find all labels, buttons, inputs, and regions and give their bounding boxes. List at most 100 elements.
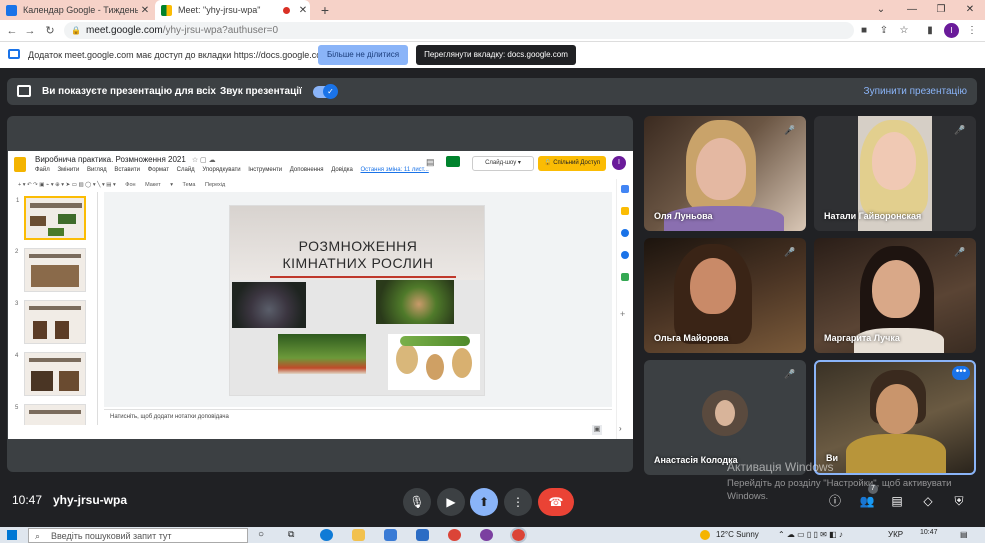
- toolbar-theme[interactable]: Тема: [183, 182, 196, 188]
- participant-tile[interactable]: 🎤 Маргарита Лучка: [814, 238, 976, 353]
- notifications-icon[interactable]: ▤: [960, 530, 968, 539]
- more-options-button[interactable]: ⋮: [504, 488, 532, 516]
- participant-video: [872, 132, 916, 190]
- edge-icon[interactable]: [320, 529, 333, 541]
- self-tile[interactable]: ••• Ви: [814, 360, 976, 475]
- menu-arrange[interactable]: Упорядкувати: [202, 167, 240, 173]
- chrome-active-icon[interactable]: [510, 527, 527, 543]
- star-folder-cloud-icons[interactable]: ☆ ▢ ☁: [192, 157, 216, 164]
- slide-thumbnail[interactable]: 4: [15, 352, 86, 396]
- activities-icon[interactable]: ◇: [919, 492, 937, 510]
- menu-slide[interactable]: Слайд: [177, 167, 195, 173]
- thumb-title-bar: [30, 203, 82, 208]
- windows-start-icon[interactable]: [7, 530, 17, 540]
- menu-file[interactable]: Файл: [35, 167, 50, 173]
- url-field[interactable]: 🔒 meet.google.com/yhy-jrsu-wpa?authuser=…: [64, 22, 854, 39]
- bookmark-star-icon[interactable]: ☆: [896, 23, 912, 39]
- leave-call-button[interactable]: ☎: [538, 488, 574, 516]
- presentation-sound-toggle[interactable]: ✓: [313, 84, 338, 99]
- close-tab-icon[interactable]: ✕: [138, 5, 152, 16]
- view-shared-tab-button[interactable]: Переглянути вкладку: docs.google.com: [416, 45, 576, 65]
- slideshow-button[interactable]: Слайд-шоу ▾: [472, 156, 534, 171]
- system-tray-icons[interactable]: ⌃ ☁ ▭ ▯ ▯ ✉ ◧ ♪: [778, 530, 843, 539]
- menu-insert[interactable]: Вставити: [114, 167, 140, 173]
- taskbar-clock[interactable]: 10:47: [920, 529, 938, 536]
- reload-icon[interactable]: ↻: [42, 22, 58, 40]
- file-explorer-icon[interactable]: [352, 529, 365, 541]
- menu-addons[interactable]: Доповнення: [290, 167, 324, 173]
- weather-sun-icon[interactable]: [700, 530, 710, 540]
- google-slides-logo-icon[interactable]: [14, 157, 26, 172]
- menu-view[interactable]: Вигляд: [87, 167, 107, 173]
- camera-button[interactable]: ▶: [437, 488, 465, 516]
- participant-tile[interactable]: 🎤 Оля Луньова: [644, 116, 806, 231]
- stop-sharing-button[interactable]: Більше не ділитися: [318, 45, 408, 65]
- host-controls-icon[interactable]: ⛨: [950, 492, 968, 510]
- share-button[interactable]: 🔒 Спільний Доступ: [538, 156, 606, 171]
- side-panel-icon[interactable]: ▮: [922, 23, 938, 39]
- forward-icon[interactable]: →: [22, 22, 38, 40]
- task-view-icon[interactable]: ⧉: [288, 529, 301, 541]
- contacts-icon[interactable]: [621, 251, 629, 259]
- menu-tools[interactable]: Інструменти: [248, 167, 282, 173]
- camera-in-use-icon[interactable]: ■: [856, 23, 872, 39]
- store-icon[interactable]: [384, 529, 397, 541]
- participant-tile[interactable]: 🎤 Натали Гайворонская: [814, 116, 976, 231]
- new-tab-button[interactable]: +: [317, 0, 333, 20]
- taskbar-search[interactable]: ⌕ Введіть пошуковий запит тут: [28, 528, 248, 543]
- participant-tile[interactable]: 🎤 Анастасія Колодка: [644, 360, 806, 475]
- self-video: [846, 434, 946, 473]
- meet-camera-icon[interactable]: [446, 156, 460, 167]
- microphone-button[interactable]: 🎙: [403, 488, 431, 516]
- people-icon[interactable]: 👥: [858, 492, 876, 510]
- slide-thumbnail[interactable]: 2: [15, 248, 86, 292]
- explore-icon[interactable]: ▣: [592, 425, 602, 435]
- slide-thumbnail[interactable]: 1: [16, 196, 86, 240]
- stop-presenting-button[interactable]: Зупинити презентацію: [864, 86, 967, 97]
- menu-edit[interactable]: Змінити: [57, 167, 79, 173]
- keep-icon[interactable]: [621, 207, 629, 215]
- toolbar-background[interactable]: Фон: [125, 182, 135, 188]
- cortana-icon[interactable]: ○: [258, 529, 271, 541]
- share-icon[interactable]: ⇪: [876, 23, 892, 39]
- meeting-details-icon[interactable]: ⓘ: [826, 492, 844, 510]
- document-title[interactable]: Виробнича практика. Розмноження 2021: [35, 155, 186, 164]
- maximize-button[interactable]: ❐: [926, 0, 956, 20]
- toolbar-layout[interactable]: Макет ▾: [145, 182, 173, 188]
- last-edit-link[interactable]: Остання зміна: 11 лист...: [361, 167, 429, 173]
- more-options-icon[interactable]: •••: [952, 366, 970, 380]
- tab-search-chevron-icon[interactable]: ⌄: [866, 0, 896, 20]
- menu-kebab-icon[interactable]: ⋮: [964, 23, 980, 39]
- add-addon-icon[interactable]: +: [620, 309, 630, 319]
- menu-format[interactable]: Формат: [148, 167, 169, 173]
- slide-thumbnail[interactable]: 5: [15, 404, 86, 425]
- chat-icon[interactable]: ▤: [888, 492, 906, 510]
- close-tab-icon[interactable]: ✕: [296, 5, 310, 16]
- menu-help[interactable]: Довідка: [331, 167, 353, 173]
- current-slide[interactable]: РОЗМНОЖЕННЯ КІМНАТНИХ РОСЛИН: [229, 205, 485, 396]
- speaker-notes[interactable]: Натисніть, щоб додати нотатки доповідача: [104, 409, 612, 425]
- present-button[interactable]: ⬆: [470, 488, 498, 516]
- input-language[interactable]: УКР: [888, 530, 903, 539]
- user-avatar[interactable]: I: [612, 156, 626, 170]
- participant-tile[interactable]: 🎤 Ольга Майорова: [644, 238, 806, 353]
- toolbar-transition[interactable]: Перехід: [205, 182, 225, 188]
- mail-icon[interactable]: [416, 529, 429, 541]
- viber-icon[interactable]: [480, 529, 493, 541]
- tasks-icon[interactable]: [621, 229, 629, 237]
- back-icon[interactable]: ←: [4, 22, 20, 40]
- toolbar-tools-icons[interactable]: + ▾ ↶ ↷ ▣ ⌁ ▾ ⊕ ▾ ➤ ▭ ▨ ◯ ▾ ╲ ▾ ▤ ▾: [18, 182, 116, 188]
- slide-thumbnail[interactable]: 3: [15, 300, 86, 344]
- screen-share-icon: [8, 49, 20, 59]
- succulent-photo: [232, 282, 306, 328]
- minimize-button[interactable]: —: [897, 0, 927, 20]
- tab-meet[interactable]: Meet: "yhy-jrsu-wpa" ✕: [155, 0, 310, 20]
- calendar-icon[interactable]: [621, 185, 629, 193]
- close-window-button[interactable]: ✕: [955, 0, 985, 20]
- chrome-icon[interactable]: [448, 529, 461, 541]
- profile-avatar[interactable]: I: [944, 23, 959, 38]
- maps-icon[interactable]: [621, 273, 629, 281]
- tab-calendar[interactable]: Календар Google - Тиждень (1 ... ✕: [0, 0, 152, 20]
- comments-icon[interactable]: ▤: [426, 157, 435, 168]
- weather-text[interactable]: 12°C Sunny: [716, 530, 759, 539]
